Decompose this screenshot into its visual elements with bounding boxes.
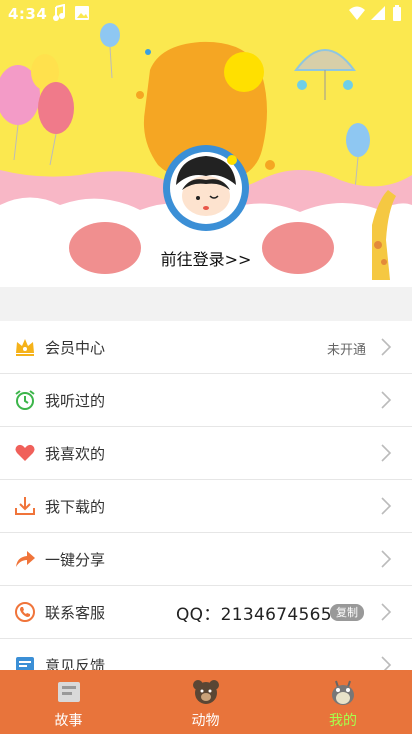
chevron-right-icon: [380, 337, 392, 357]
menu-item-feedback[interactable]: 意见反馈: [0, 639, 412, 670]
share-arrow-icon: [14, 548, 36, 570]
menu-item-label: 我下载的: [45, 498, 106, 516]
copy-button[interactable]: 复制: [330, 604, 364, 621]
battery-icon: [392, 4, 402, 26]
bottom-tab-bar: 故事 动物 我的: [0, 670, 412, 734]
menu-item-membership[interactable]: 会员中心 未开通: [0, 321, 412, 374]
tab-stories[interactable]: 故事: [0, 670, 137, 734]
download-icon: [14, 495, 36, 517]
status-time: 4:34: [8, 5, 48, 23]
menu-item-favorites[interactable]: 我喜欢的: [0, 427, 412, 480]
chevron-right-icon: [380, 443, 392, 463]
crown-icon: [14, 336, 36, 358]
tab-label: 故事: [54, 713, 83, 729]
feedback-icon: [14, 654, 36, 670]
login-link[interactable]: 前往登录>>: [0, 246, 412, 270]
signal-icon: [370, 4, 386, 26]
chevron-right-icon: [380, 655, 392, 670]
totoro-icon: [328, 678, 358, 706]
menu-item-label: 联系客服: [45, 604, 106, 622]
chevron-right-icon: [380, 390, 392, 410]
music-note-icon: [52, 3, 66, 26]
menu-item-label: 会员中心: [45, 339, 106, 357]
menu-item-label: 一键分享: [45, 551, 106, 569]
section-gap: [0, 287, 412, 321]
phone-icon: [14, 601, 36, 623]
chevron-right-icon: [380, 496, 392, 516]
profile-screen: 前往登录>> 4:34 会员中心 未开通 我听过的 我喜欢的 我下载的 一键分享…: [0, 0, 412, 734]
header-illustration: [0, 0, 412, 287]
profile-menu-list: 会员中心 未开通 我听过的 我喜欢的 我下载的 一键分享 联系客服 QQ：213…: [0, 321, 412, 670]
menu-item-downloads[interactable]: 我下载的: [0, 480, 412, 533]
alarm-clock-icon: [14, 389, 36, 411]
tab-label: 我的: [329, 713, 357, 729]
profile-header: 前往登录>>: [0, 0, 412, 287]
menu-item-label: 我喜欢的: [45, 445, 106, 463]
status-bar: 4:34: [0, 0, 412, 28]
menu-item-share[interactable]: 一键分享: [0, 533, 412, 586]
tab-label: 动物: [191, 713, 220, 729]
qq-number: QQ：2134674565: [176, 605, 332, 625]
image-notification-icon: [74, 4, 90, 26]
chevron-right-icon: [380, 549, 392, 569]
membership-status: 未开通: [326, 343, 366, 358]
story-book-icon: [54, 678, 84, 706]
wifi-icon: [348, 4, 366, 26]
heart-icon: [14, 442, 36, 464]
menu-item-label: 我听过的: [45, 392, 106, 410]
bear-icon: [191, 678, 221, 706]
tab-mine[interactable]: 我的: [274, 670, 412, 734]
menu-item-customer-service[interactable]: 联系客服 QQ：2134674565 复制: [0, 586, 412, 639]
menu-item-history[interactable]: 我听过的: [0, 374, 412, 427]
menu-item-label: 意见反馈: [45, 657, 106, 670]
chevron-right-icon: [380, 602, 392, 622]
tab-animals[interactable]: 动物: [137, 670, 274, 734]
